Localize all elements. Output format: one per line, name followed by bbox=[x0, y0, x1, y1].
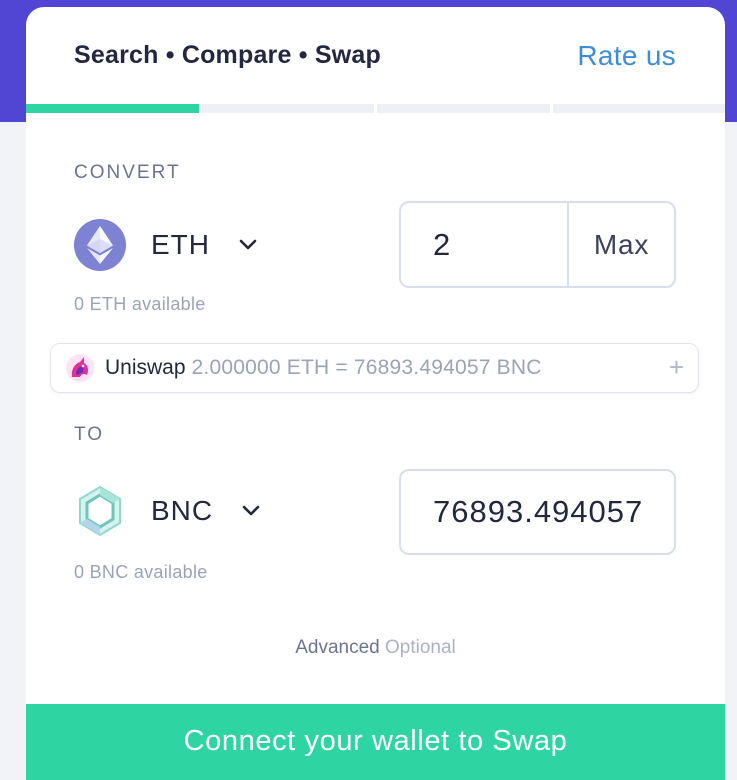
ethereum-icon bbox=[74, 219, 126, 271]
progress-step-2 bbox=[201, 104, 374, 113]
route-dex-name: Uniswap bbox=[105, 356, 186, 379]
advanced-toggle[interactable]: Advanced Optional bbox=[26, 637, 725, 659]
chevron-down-icon bbox=[239, 239, 257, 250]
swap-card: Search • Compare • Swap Rate us CONVERT … bbox=[26, 7, 725, 780]
convert-amount-input[interactable] bbox=[401, 203, 567, 286]
max-button[interactable]: Max bbox=[567, 203, 674, 286]
expand-plus-icon[interactable]: + bbox=[669, 352, 684, 383]
convert-amount-box: Max bbox=[399, 201, 676, 288]
rate-us-link[interactable]: Rate us bbox=[577, 40, 676, 72]
card-header: Search • Compare • Swap Rate us bbox=[26, 7, 725, 105]
progress-step-4 bbox=[552, 104, 725, 113]
progress-step-1 bbox=[26, 104, 199, 113]
to-token-symbol: BNC bbox=[151, 495, 214, 526]
connect-wallet-button[interactable]: Connect your wallet to Swap bbox=[26, 704, 725, 780]
convert-token-symbol: ETH bbox=[151, 229, 210, 260]
uniswap-unicorn-icon bbox=[66, 354, 94, 382]
convert-label: CONVERT bbox=[74, 162, 181, 183]
route-rate-text: 2.000000 ETH = 76893.494057 BNC bbox=[191, 356, 542, 379]
to-label: TO bbox=[74, 424, 105, 445]
chevron-down-icon bbox=[242, 505, 260, 516]
convert-available: 0 ETH available bbox=[74, 294, 206, 314]
to-amount-input[interactable] bbox=[401, 471, 674, 553]
convert-token-selector[interactable]: ETH bbox=[74, 219, 258, 271]
to-available: 0 BNC available bbox=[74, 562, 208, 582]
bifrost-hexagon-icon bbox=[74, 485, 126, 537]
advanced-label: Advanced bbox=[295, 637, 380, 658]
progress-step-3 bbox=[377, 104, 550, 113]
to-amount-box bbox=[399, 469, 676, 555]
progress-bar bbox=[26, 104, 725, 113]
optional-label: Optional bbox=[385, 637, 456, 658]
route-quote-bar[interactable]: Uniswap 2.000000 ETH = 76893.494057 BNC … bbox=[50, 343, 699, 393]
header-title: Search • Compare • Swap bbox=[74, 41, 381, 69]
to-token-selector[interactable]: BNC bbox=[74, 485, 261, 537]
